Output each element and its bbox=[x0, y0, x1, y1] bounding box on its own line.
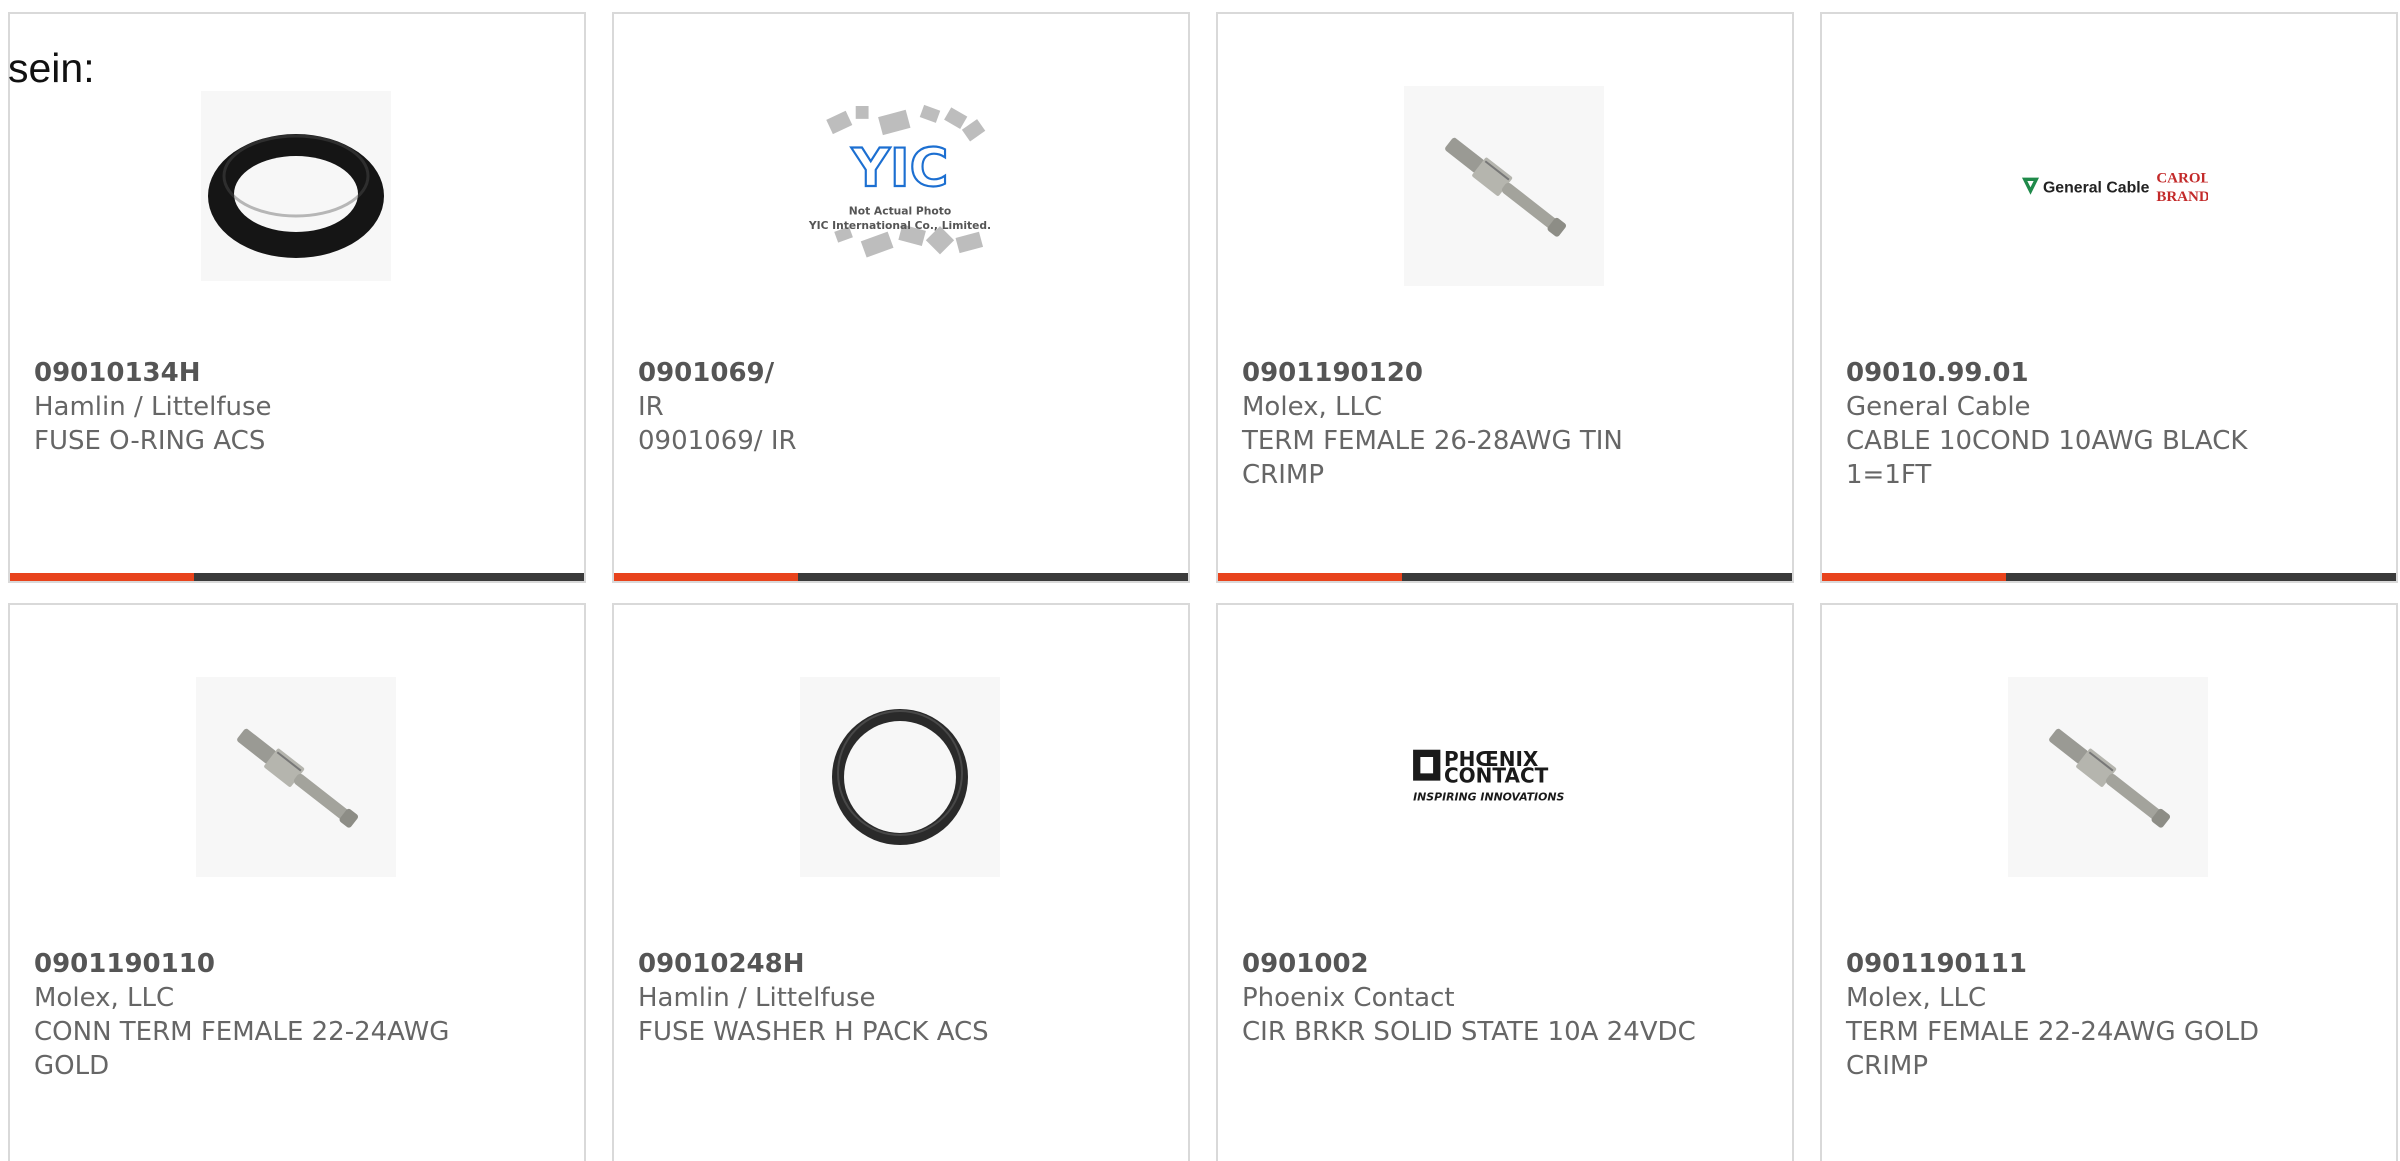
svg-text:INSPIRING INNOVATIONS: INSPIRING INNOVATIONS bbox=[1413, 791, 1564, 804]
progress-fill bbox=[1822, 573, 2006, 581]
crimp-terminal-icon[interactable] bbox=[196, 677, 396, 877]
svg-text:CONTACT: CONTACT bbox=[1444, 763, 1549, 787]
product-info: 0901002 Phoenix Contact CIR BRKR SOLID STA… bbox=[1242, 947, 1712, 1049]
product-description: FUSE O-RING ACS bbox=[34, 426, 266, 456]
progress-fill bbox=[1218, 573, 1402, 581]
part-number-link[interactable]: 0901002 bbox=[1242, 947, 1712, 981]
svg-text:BRAND: BRAND bbox=[2156, 189, 2208, 205]
product-description: CABLE 10COND 10AWG BLACK 1=1FT bbox=[1846, 426, 2248, 490]
product-description: FUSE WASHER H PACK ACS bbox=[638, 1017, 989, 1047]
manufacturer-name: General Cable bbox=[1846, 392, 2031, 422]
product-info: 09010.99.01 General Cable CABLE 10COND 10A… bbox=[1846, 356, 2316, 492]
product-info: 0901190110 Molex, LLC CONN TERM FEMALE 22-… bbox=[34, 947, 504, 1083]
progress-bar bbox=[614, 573, 1188, 581]
progress-fill bbox=[10, 573, 194, 581]
progress-fill bbox=[614, 573, 798, 581]
product-card[interactable]: PHŒNIX CONTACT INSPIRING INNOVATIONS 090… bbox=[1216, 603, 1794, 1161]
svg-text:CAROL: CAROL bbox=[2156, 171, 2208, 187]
part-number-link[interactable]: 09010134H bbox=[34, 356, 504, 390]
page: sein: 09010134H Hamlin / Littelfuse FUSE O… bbox=[0, 0, 2400, 1161]
manufacturer-name: Hamlin / Littelfuse bbox=[34, 392, 272, 422]
svg-text:General Cable: General Cable bbox=[2043, 180, 2150, 197]
product-info: 09010134H Hamlin / Littelfuse FUSE O-RING … bbox=[34, 356, 504, 458]
part-number-link[interactable]: 0901190111 bbox=[1846, 947, 2316, 981]
washer-icon[interactable] bbox=[800, 677, 1000, 877]
product-description: CIR BRKR SOLID STATE 10A 24VDC bbox=[1242, 1017, 1696, 1047]
product-card[interactable]: General Cable CAROL BRAND 09010.99.01 Gen… bbox=[1820, 12, 2398, 583]
part-number-link[interactable]: 09010.99.01 bbox=[1846, 356, 2316, 390]
progress-bar bbox=[10, 573, 584, 581]
product-info: 0901190120 Molex, LLC TERM FEMALE 26-28AWG… bbox=[1242, 356, 1712, 492]
phoenix-contact-logo-icon[interactable]: PHŒNIX CONTACT INSPIRING INNOVATIONS bbox=[1404, 677, 1604, 877]
product-info: 09010248H Hamlin / Littelfuse FUSE WASHER … bbox=[638, 947, 1108, 1049]
part-number-link[interactable]: 09010248H bbox=[638, 947, 1108, 981]
crimp-terminal-icon[interactable] bbox=[2008, 677, 2208, 877]
general-cable-logo-icon[interactable]: General Cable CAROL BRAND bbox=[2008, 86, 2208, 286]
intro-text: sein: bbox=[8, 45, 95, 91]
part-number-link[interactable]: 0901190110 bbox=[34, 947, 504, 981]
product-card[interactable]: 0901190111 Molex, LLC TERM FEMALE 22-24AWG… bbox=[1820, 603, 2398, 1161]
manufacturer-name: Hamlin / Littelfuse bbox=[638, 983, 876, 1013]
product-description: TERM FEMALE 26-28AWG TIN CRIMP bbox=[1242, 426, 1623, 490]
svg-text:YIC International Co., Limited: YIC International Co., Limited. bbox=[808, 219, 991, 232]
product-info: 0901069/IR 0901069/ IR bbox=[638, 356, 1108, 458]
product-description: TERM FEMALE 22-24AWG GOLD CRIMP bbox=[1846, 1017, 2260, 1081]
manufacturer-name: Molex, LLC bbox=[1242, 392, 1383, 422]
manufacturer-name: IR bbox=[638, 392, 664, 422]
svg-text:YIC: YIC bbox=[851, 138, 949, 199]
manufacturer-name: Molex, LLC bbox=[1846, 983, 1987, 1013]
product-grid: 09010134H Hamlin / Littelfuse FUSE O-RING … bbox=[8, 12, 2400, 1161]
progress-bar bbox=[1822, 573, 2396, 581]
manufacturer-name: Molex, LLC bbox=[34, 983, 175, 1013]
product-card[interactable]: 0901190120 Molex, LLC TERM FEMALE 26-28AWG… bbox=[1216, 12, 1794, 583]
svg-text:Not Actual Photo: Not Actual Photo bbox=[849, 205, 951, 218]
product-info: 0901190111 Molex, LLC TERM FEMALE 22-24AWG… bbox=[1846, 947, 2316, 1083]
yic-not-actual-photo-icon[interactable]: YIC Not Actual Photo YIC International C… bbox=[800, 86, 1000, 286]
o-ring-icon[interactable] bbox=[196, 86, 396, 286]
manufacturer-name: Phoenix Contact bbox=[1242, 983, 1455, 1013]
product-description: 0901069/ IR bbox=[638, 426, 797, 456]
product-description: CONN TERM FEMALE 22-24AWG GOLD bbox=[34, 1017, 450, 1081]
part-number-link[interactable]: 0901069/ bbox=[638, 356, 1108, 390]
progress-bar bbox=[1218, 573, 1792, 581]
product-card[interactable]: 0901190110 Molex, LLC CONN TERM FEMALE 22-… bbox=[8, 603, 586, 1161]
crimp-terminal-icon[interactable] bbox=[1404, 86, 1604, 286]
product-card[interactable]: YIC Not Actual Photo YIC International C… bbox=[612, 12, 1190, 583]
product-card[interactable]: 09010134H Hamlin / Littelfuse FUSE O-RING … bbox=[8, 12, 586, 583]
product-card[interactable]: 09010248H Hamlin / Littelfuse FUSE WASHER … bbox=[612, 603, 1190, 1161]
part-number-link[interactable]: 0901190120 bbox=[1242, 356, 1712, 390]
